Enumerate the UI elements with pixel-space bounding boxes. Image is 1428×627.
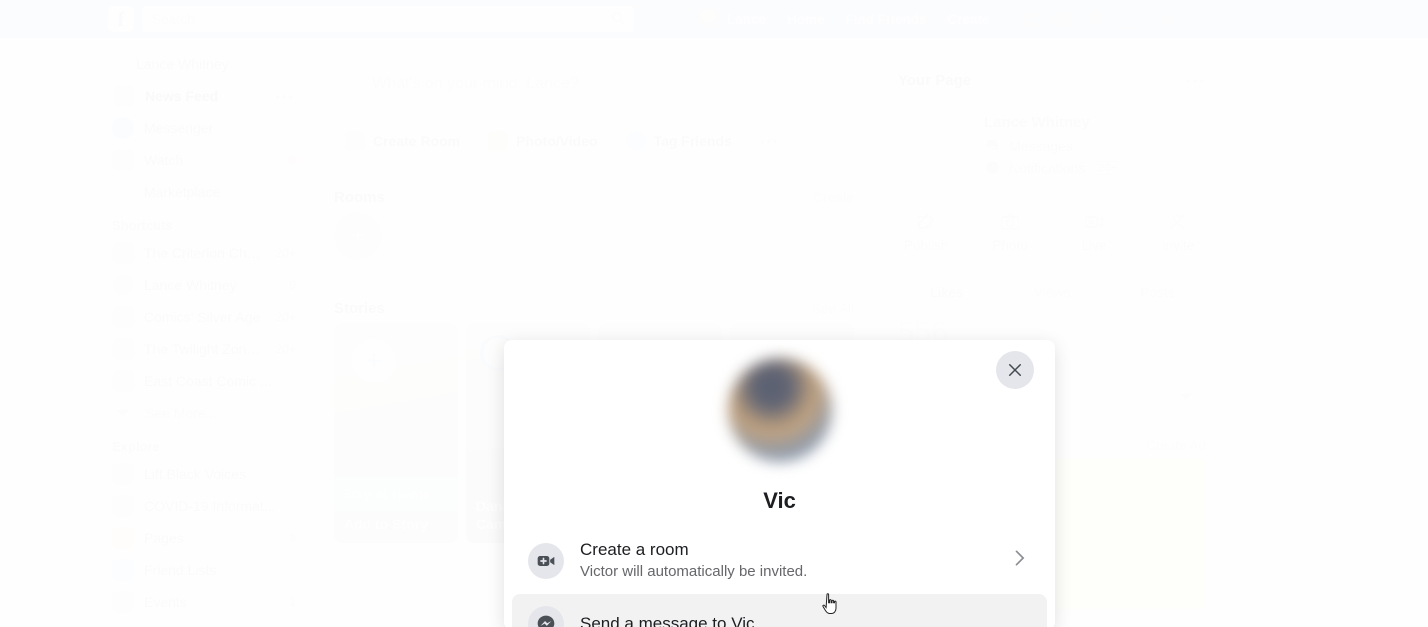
modal-option-list: Create a room Victor will automatically … — [512, 527, 1047, 627]
contact-action-modal: Vic Create a room Victor will automatica… — [504, 340, 1055, 627]
send-a-message-option[interactable]: Send a message to Vic — [512, 594, 1047, 627]
contact-name: Vic — [763, 488, 796, 513]
create-a-room-text: Create a room Victor will automatically … — [580, 539, 807, 582]
option-title: Create a room — [580, 540, 689, 559]
create-a-room-option[interactable]: Create a room Victor will automatically … — [512, 527, 1047, 594]
chevron-right-icon[interactable] — [1009, 548, 1029, 573]
option-subtitle: Victor will automatically be invited. — [580, 562, 808, 580]
messenger-icon — [528, 606, 564, 627]
video-plus-icon — [528, 542, 564, 579]
contact-avatar — [727, 358, 832, 462]
pointing-hand-cursor — [820, 592, 840, 616]
close-button[interactable] — [996, 351, 1034, 389]
option-title: Send a message to Vic — [580, 613, 755, 627]
close-icon — [1009, 364, 1021, 376]
